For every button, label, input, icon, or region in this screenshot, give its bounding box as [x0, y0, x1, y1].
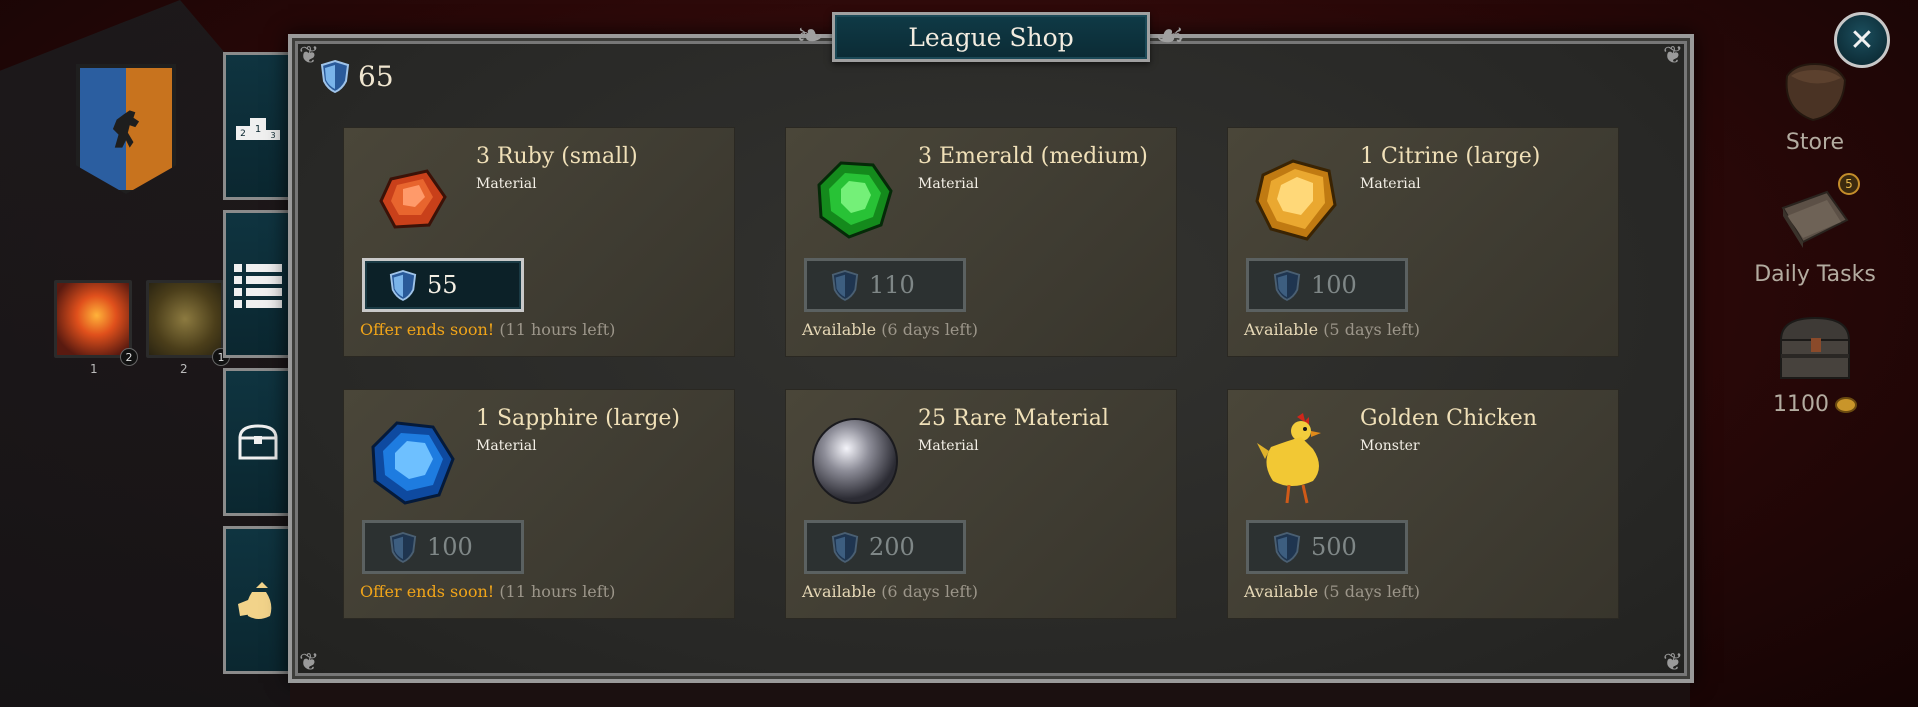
tab-list[interactable] [223, 210, 293, 358]
tab-league-shop[interactable] [223, 526, 293, 674]
item-name: 1 Sapphire (large) [476, 406, 681, 431]
time-left: (5 days left) [1323, 582, 1420, 601]
rearing-horse-icon [112, 110, 140, 148]
status-label: Available [802, 582, 877, 601]
shop-item-card[interactable]: 3 Emerald (medium) Material 110 Availabl… [786, 128, 1176, 356]
lightning-icon[interactable] [146, 280, 224, 358]
sapphire-gem-icon [371, 421, 455, 505]
page-title: League Shop [832, 12, 1150, 62]
offer-status: Available (6 days left) [802, 320, 978, 339]
shop-item-card[interactable]: 25 Rare Material Material 200 Available … [786, 390, 1176, 618]
item-name: 3 Emerald (medium) [918, 144, 1148, 169]
offer-status: Offer ends soon! (11 hours left) [360, 582, 615, 601]
buy-button[interactable]: 110 [804, 258, 966, 312]
shop-item-card[interactable]: 3 Ruby (small) Material 55 Offer ends so… [344, 128, 734, 356]
fireball-icon[interactable] [54, 280, 132, 358]
price-value: 55 [427, 271, 458, 299]
item-name: 25 Rare Material [918, 406, 1109, 431]
title-ornament-right: ☙ [1154, 16, 1186, 56]
price-value: 500 [1311, 533, 1357, 561]
citrine-gem-icon [1255, 159, 1337, 241]
title-ornament-left: ❧ [795, 16, 825, 56]
chest-icon [238, 424, 278, 460]
league-shield-icon [831, 532, 859, 563]
league-currency-display: 65 [320, 56, 394, 96]
golden-chicken-icon [1257, 413, 1321, 504]
buy-button[interactable]: 100 [1246, 258, 1408, 312]
list-icon [234, 264, 282, 308]
gold-amount: 1100 [1773, 392, 1829, 417]
bottom-shadow [290, 683, 1690, 707]
daily-tasks-button[interactable]: Daily Tasks [1740, 186, 1890, 287]
price-value: 100 [1311, 271, 1357, 299]
podium-icon: 1 2 3 [236, 118, 280, 140]
offer-status: Offer ends soon! (11 hours left) [360, 320, 615, 339]
item-type: Material [476, 438, 537, 454]
shop-item-card[interactable]: 1 Sapphire (large) Material 100 Offer en… [344, 390, 734, 618]
spell-count-badge: 2 [120, 348, 138, 366]
offer-status: Available (6 days left) [802, 582, 978, 601]
league-shield-icon [1273, 532, 1301, 563]
offer-status: Available (5 days left) [1244, 582, 1420, 601]
shop-item-card[interactable]: 1 Citrine (large) Material 100 Available… [1228, 128, 1618, 356]
status-label: Available [802, 320, 877, 339]
corner-ornament: ❦ [1662, 648, 1684, 676]
status-label: Available [1244, 582, 1319, 601]
league-shield-icon [831, 270, 859, 301]
daily-tasks-label: Daily Tasks [1754, 262, 1876, 287]
buy-button[interactable]: 200 [804, 520, 966, 574]
svg-text:2: 2 [240, 129, 246, 139]
gold-coin-icon [1835, 396, 1857, 413]
tab-chests[interactable] [223, 368, 293, 516]
spell-level: 2 [180, 362, 188, 376]
status-label: Offer ends soon! [360, 320, 495, 339]
daily-tasks-badge: 5 [1838, 173, 1860, 195]
currency-amount: 65 [358, 59, 394, 93]
time-left: (6 days left) [881, 320, 978, 339]
item-type: Material [918, 438, 979, 454]
league-shield-icon [389, 532, 417, 563]
svg-text:1: 1 [255, 124, 261, 135]
treasure-chest-icon [1779, 316, 1851, 379]
status-label: Available [1244, 320, 1319, 339]
svg-text:3: 3 [270, 131, 275, 140]
tab-leaderboard[interactable]: 1 2 3 [223, 52, 293, 200]
item-name: 1 Citrine (large) [1360, 144, 1541, 169]
corner-ornament: ❦ [1662, 41, 1684, 69]
league-shield-icon [1273, 270, 1301, 301]
buy-button[interactable]: 100 [362, 520, 524, 574]
league-shield-icon [389, 270, 417, 301]
league-shield-icon [320, 59, 350, 93]
buy-button[interactable]: 500 [1246, 520, 1408, 574]
status-label: Offer ends soon! [360, 582, 495, 601]
buy-button[interactable]: 55 [362, 258, 524, 312]
item-type: Material [1360, 176, 1421, 192]
price-value: 100 [427, 533, 473, 561]
time-left: (5 days left) [1323, 320, 1420, 339]
emerald-gem-icon [817, 161, 893, 239]
price-value: 200 [869, 533, 915, 561]
item-name: Golden Chicken [1360, 406, 1537, 431]
ruby-gem-icon [379, 169, 447, 229]
scroll-book-icon [1781, 190, 1849, 248]
chest-reward-button[interactable]: 1100 [1740, 310, 1890, 417]
pouch-icon [1785, 62, 1847, 122]
item-type: Material [918, 176, 979, 192]
offer-status: Available (5 days left) [1244, 320, 1420, 339]
item-type: Material [476, 176, 537, 192]
item-type: Monster [1360, 438, 1420, 454]
shop-item-card[interactable]: Golden Chicken Monster 500 Available (5 … [1228, 390, 1618, 618]
gold-display: 1100 [1740, 392, 1890, 417]
store-button[interactable]: Store [1740, 50, 1890, 155]
time-left: (6 days left) [881, 582, 978, 601]
item-name: 3 Ruby (small) [476, 144, 638, 169]
store-label: Store [1785, 130, 1845, 155]
time-left: (11 hours left) [499, 582, 616, 601]
price-value: 110 [869, 271, 915, 299]
spell-level: 1 [90, 362, 98, 376]
time-left: (11 hours left) [499, 320, 616, 339]
corner-ornament: ❦ [298, 648, 320, 676]
money-bag-icon [238, 582, 272, 619]
pearl-orb-icon [812, 418, 898, 504]
